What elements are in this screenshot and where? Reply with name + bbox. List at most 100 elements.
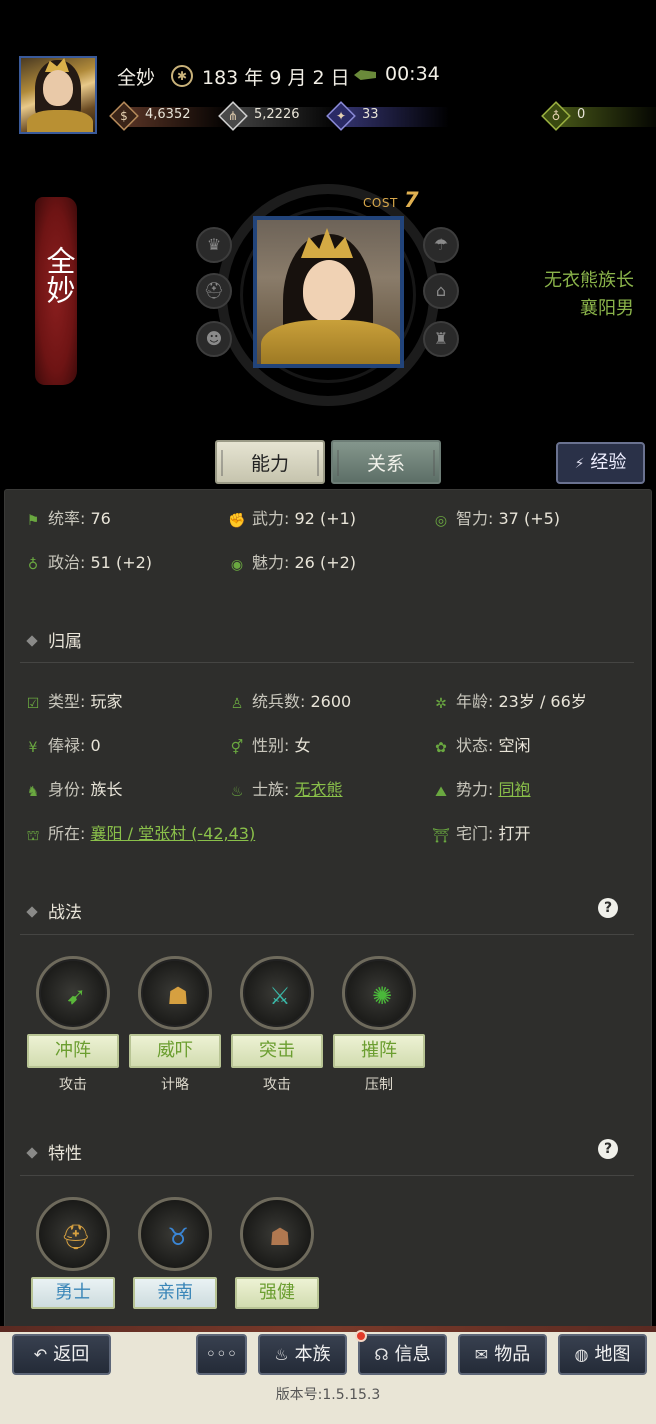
stat-value: 37 (+5) — [498, 509, 561, 528]
experience-label: 经验 — [590, 452, 627, 473]
money-value: 4,6352 — [145, 107, 191, 122]
info-value: 0 — [90, 736, 101, 755]
info-value: 女 — [294, 736, 311, 755]
cost-label: COST — [363, 196, 398, 210]
info-button[interactable]: ☊ 信息 — [358, 1334, 447, 1375]
crown-icon[interactable]: ♛ — [196, 227, 232, 263]
info-value: 空闲 — [498, 736, 531, 755]
info-label: 势力: — [456, 780, 494, 799]
tactic-name: 摧阵 — [333, 1034, 425, 1068]
tactic-orb: ☗ — [138, 956, 212, 1030]
divider — [20, 934, 634, 935]
info-age: ✲ 年龄: 23岁 / 66岁 — [432, 688, 587, 712]
section-title-text: 特性 — [48, 1144, 82, 1164]
stat-force: ✊ 武力: 92 (+1) — [228, 505, 356, 529]
food-value: 5,2226 — [254, 107, 300, 122]
helmet-icon[interactable]: ⛑ — [196, 273, 232, 309]
header-date: 183 年 9 月 2 日 — [202, 67, 350, 89]
tactic-item[interactable]: ⚔ 突击 攻击 — [231, 956, 323, 1096]
tactics-help-icon[interactable]: ? — [598, 898, 618, 918]
roar-icon: ☗ — [167, 982, 189, 1010]
trait-item[interactable]: ♉ 亲南 — [133, 1197, 217, 1313]
stat-label: 武力: — [252, 509, 290, 528]
header-avatar[interactable] — [19, 56, 97, 134]
suppress-icon: ✺ — [371, 982, 393, 1010]
status-icon: ✿ — [435, 740, 447, 756]
info-label: 身份: — [48, 780, 86, 799]
traits-help-icon[interactable]: ? — [598, 1139, 618, 1159]
tactic-item[interactable]: ➹ 冲阵 攻击 — [27, 956, 119, 1096]
stat-label: 智力: — [456, 509, 494, 528]
trait-item[interactable]: ☗ 强健 — [235, 1197, 319, 1313]
info-label: 年龄: — [456, 692, 494, 711]
info-value: 23岁 / 66岁 — [498, 692, 587, 711]
faction-link[interactable]: 同袍 — [499, 780, 531, 799]
tab-relation-label: 关系 — [366, 453, 405, 475]
eye-icon: ◉ — [230, 557, 244, 573]
hat-icon[interactable]: ⌂ — [423, 273, 459, 309]
gender-icon: ⚥ — [230, 740, 244, 756]
divider — [20, 1175, 634, 1176]
person-icon: ♙ — [230, 696, 244, 712]
mask-icon[interactable]: ☻ — [196, 321, 232, 357]
money-bag-icon: ♁ — [551, 109, 561, 123]
tactic-item[interactable]: ✺ 摧阵 压制 — [333, 956, 425, 1096]
hand-coin-icon[interactable]: ☂ — [423, 227, 459, 263]
notification-dot — [355, 1330, 367, 1342]
info-label: 统兵数: — [252, 692, 306, 711]
map-label: 地图 — [594, 1344, 631, 1365]
stat-label: 统率: — [48, 509, 86, 528]
tab-deco-left — [221, 450, 227, 476]
tab-ability-label: 能力 — [250, 453, 289, 475]
info-faction: ⛰ 势力: 同袍 — [432, 776, 531, 800]
character-portrait[interactable] — [253, 216, 404, 368]
back-button[interactable]: ↶ 返回 — [12, 1334, 111, 1375]
info-label: 士族: — [252, 780, 290, 799]
trait-item[interactable]: ⛑ 勇士 — [31, 1197, 115, 1313]
info-clan: ♨ 士族: 无衣熊 — [228, 776, 343, 800]
banner-character-name: 全妙 — [42, 246, 76, 304]
location-icon: ⛫ — [26, 828, 40, 844]
back-arrow-icon: ↶ — [33, 1345, 48, 1364]
items-button[interactable]: ✉ 物品 — [458, 1334, 547, 1375]
tactic-orb: ⚔ — [240, 956, 314, 1030]
map-button[interactable]: ◍ 地图 — [558, 1334, 647, 1375]
section-bullet — [26, 906, 38, 918]
section-traits-title: 特性 — [26, 1139, 82, 1164]
section-bullet — [26, 635, 38, 647]
more-button[interactable]: ◦◦◦ — [196, 1334, 247, 1375]
warrior-helmet-icon: ⛑ — [60, 1223, 92, 1251]
clan-button[interactable]: ♨ 本族 — [258, 1334, 347, 1375]
info-location: ⛫ 所在: 襄阳 / 堂张村 (-42,43) — [24, 820, 256, 844]
trait-name: 亲南 — [133, 1277, 217, 1309]
tactic-item[interactable]: ☗ 威吓 计略 — [129, 956, 221, 1096]
header-player-name: 全妙 — [117, 67, 156, 89]
avatar-armor — [27, 110, 93, 132]
globe-icon: ◍ — [574, 1345, 589, 1364]
info-value: 打开 — [498, 824, 531, 843]
tab-relation[interactable]: 关系 — [331, 440, 441, 484]
clan-link[interactable]: 无衣熊 — [295, 780, 343, 799]
info-soldiers: ♙ 统兵数: 2600 — [228, 688, 352, 712]
trait-name: 强健 — [235, 1277, 319, 1309]
info-value: 玩家 — [90, 692, 123, 711]
running-soldier-icon: ⚔ — [269, 982, 291, 1010]
resource-bar — [339, 107, 449, 127]
character-title-rank: 襄阳男 — [580, 298, 634, 319]
info-salary: ¥ 俸禄: 0 — [24, 732, 101, 756]
location-link[interactable]: 襄阳 / 堂张村 (-42,43) — [91, 824, 256, 843]
experience-button[interactable]: ⚡ 经验 — [556, 442, 645, 484]
bag-icon: ♁ — [27, 557, 39, 573]
gate-icon: ⛩ — [432, 828, 450, 844]
items-label: 物品 — [494, 1344, 531, 1365]
tactic-kind: 攻击 — [263, 1077, 291, 1093]
troops-value: 33 — [362, 107, 379, 122]
tab-ability[interactable]: 能力 — [215, 440, 325, 484]
info-label: 所在: — [48, 824, 86, 843]
more-label: ◦◦◦ — [205, 1344, 238, 1365]
clan-icon: ♨ — [274, 1345, 289, 1364]
stat-value: 51 (+2) — [90, 553, 153, 572]
scholar-cap-icon[interactable]: ♜ — [423, 321, 459, 357]
stat-value: 76 — [90, 509, 111, 528]
soldier-icon: ✦ — [335, 109, 347, 123]
